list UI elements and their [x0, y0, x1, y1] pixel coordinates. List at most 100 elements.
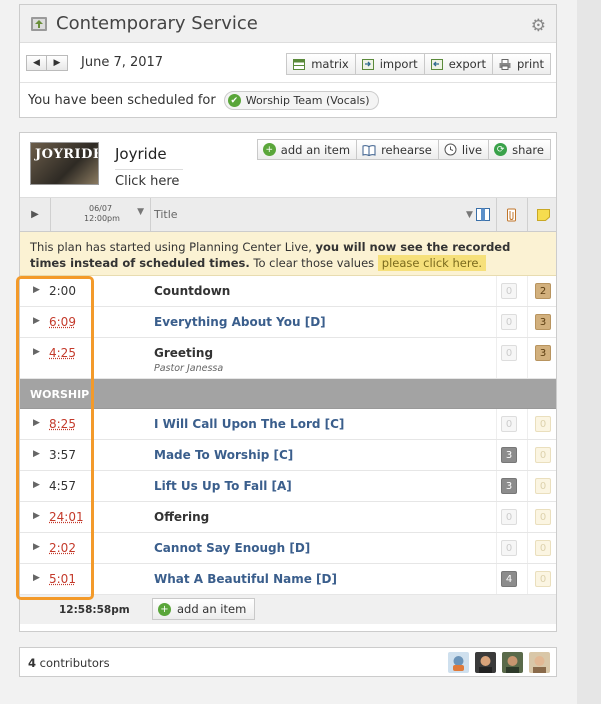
expand-icon[interactable]: ▶: [33, 449, 40, 459]
item-title[interactable]: Made To Worship [C]: [154, 448, 293, 462]
share-icon: ⟳: [494, 143, 508, 156]
column-divider: [527, 533, 528, 563]
item-title[interactable]: Everything About You [D]: [154, 315, 326, 329]
column-divider: [527, 276, 528, 306]
note-count[interactable]: 3: [535, 345, 551, 361]
plan-title-editable[interactable]: Click here: [115, 174, 179, 189]
note-count[interactable]: 0: [535, 447, 551, 463]
attachment-count[interactable]: 0: [501, 283, 517, 299]
note-count[interactable]: 0: [535, 478, 551, 494]
attachments-column-header[interactable]: [496, 198, 527, 231]
attachment-count[interactable]: 3: [501, 478, 517, 494]
next-date-button[interactable]: ▶: [47, 55, 68, 71]
table-row[interactable]: ▶ 24:01 Offering 0 0: [20, 502, 556, 533]
series-title: Joyride: [115, 145, 183, 170]
note-count[interactable]: 0: [535, 416, 551, 432]
series-artwork[interactable]: JOYRIDE: [30, 142, 99, 185]
table-row[interactable]: ▶ 5:01 What A Beautiful Name [D] 4 0: [20, 564, 556, 595]
expand-icon[interactable]: ▶: [33, 480, 40, 490]
table-row[interactable]: ▶ 6:09 Everything About You [D] 0 3: [20, 307, 556, 338]
avatar[interactable]: [502, 652, 523, 673]
check-icon: ✔: [227, 94, 241, 107]
item-length[interactable]: 8:25: [49, 417, 76, 431]
expand-icon[interactable]: ▶: [33, 542, 40, 552]
item-length[interactable]: 2:00: [49, 284, 76, 298]
table-row[interactable]: ▶ 2:00 Countdown 0 2: [20, 276, 556, 307]
team-badge[interactable]: ✔ Worship Team (Vocals): [223, 91, 379, 110]
column-date: 06/07: [89, 204, 113, 213]
time-column-header[interactable]: 06/07 12:00pm ▼: [51, 198, 151, 231]
note-count[interactable]: 0: [535, 571, 551, 587]
column-divider: [527, 409, 528, 439]
item-length[interactable]: 6:09: [49, 315, 76, 329]
column-divider: [496, 338, 497, 378]
table-row[interactable]: ▶ 2:02 Cannot Say Enough [D] 0 0: [20, 533, 556, 564]
note-count[interactable]: 2: [535, 283, 551, 299]
add-item-button[interactable]: + add an item: [256, 139, 358, 160]
expand-icon[interactable]: ▶: [33, 347, 40, 357]
attachment-count[interactable]: 3: [501, 447, 517, 463]
item-length[interactable]: 5:01: [49, 572, 76, 586]
item-title[interactable]: Cannot Say Enough [D]: [154, 541, 310, 555]
item-title[interactable]: I Will Call Upon The Lord [C]: [154, 417, 344, 431]
expand-icon[interactable]: ▶: [33, 316, 40, 326]
item-length[interactable]: 4:57: [49, 479, 76, 493]
matrix-button[interactable]: matrix: [286, 53, 356, 75]
item-title[interactable]: Lift Us Up To Fall [A]: [154, 479, 292, 493]
avatar[interactable]: [448, 652, 469, 673]
play-all-toggle[interactable]: ▶: [20, 198, 51, 231]
notes-column-header[interactable]: [527, 198, 558, 231]
section-header[interactable]: WORSHIP: [20, 379, 556, 409]
expand-icon[interactable]: ▶: [33, 573, 40, 583]
column-divider: [527, 502, 528, 532]
item-length[interactable]: 3:57: [49, 448, 76, 462]
table-row[interactable]: ▶ 8:25 I Will Call Upon The Lord [C] 0 0: [20, 409, 556, 440]
print-label: print: [516, 57, 544, 71]
print-button[interactable]: print: [492, 53, 551, 75]
item-title[interactable]: What A Beautiful Name [D]: [154, 572, 337, 586]
rehearse-button[interactable]: rehearse: [357, 139, 439, 160]
rehearse-label: rehearse: [381, 142, 432, 157]
share-button[interactable]: ⟳ share: [489, 139, 551, 160]
expand-icon[interactable]: ▶: [33, 511, 40, 521]
item-title[interactable]: Offering: [154, 510, 209, 524]
previous-date-button[interactable]: ◀: [26, 55, 47, 71]
column-divider: [496, 276, 497, 306]
attachment-count[interactable]: 4: [501, 571, 517, 587]
expand-icon[interactable]: ▶: [33, 285, 40, 295]
avatar[interactable]: [475, 652, 496, 673]
export-button[interactable]: export: [424, 53, 493, 75]
live-button[interactable]: live: [438, 139, 490, 160]
table-row[interactable]: ▶ 3:57 Made To Worship [C] 3 0: [20, 440, 556, 471]
import-button[interactable]: import: [355, 53, 425, 75]
avatar[interactable]: [529, 652, 550, 673]
attachment-count[interactable]: 0: [501, 540, 517, 556]
attachment-count[interactable]: 0: [501, 345, 517, 361]
attachment-count[interactable]: 0: [501, 314, 517, 330]
table-row[interactable]: ▶ 4:25 Greeting Pastor Janessa 0 3: [20, 338, 556, 379]
note-count[interactable]: 3: [535, 314, 551, 330]
add-item-footer-button[interactable]: + add an item: [152, 598, 256, 620]
item-length[interactable]: 2:02: [49, 541, 76, 555]
attachment-count[interactable]: 0: [501, 509, 517, 525]
title-column-header: Title: [154, 208, 178, 221]
export-label: export: [448, 57, 486, 71]
service-header-panel: Contemporary Service ⚙ ◀ ▶ June 7, 2017 …: [19, 4, 557, 118]
column-divider: [527, 440, 528, 470]
gear-icon[interactable]: ⚙: [531, 16, 546, 36]
column-divider: [496, 440, 497, 470]
item-length[interactable]: 24:01: [49, 510, 84, 524]
note-count[interactable]: 0: [535, 540, 551, 556]
note-count[interactable]: 0: [535, 509, 551, 525]
expand-icon[interactable]: ▶: [33, 418, 40, 428]
item-title[interactable]: Countdown: [154, 284, 230, 298]
clear-times-link[interactable]: please click here.: [377, 255, 487, 271]
column-options[interactable]: ▼: [460, 198, 496, 231]
item-length[interactable]: 4:25: [49, 346, 76, 360]
contributors-count-line: 4 contributors: [28, 656, 110, 670]
table-row[interactable]: ▶ 4:57 Lift Us Up To Fall [A] 3 0: [20, 471, 556, 502]
plus-icon: +: [262, 143, 276, 156]
attachment-count[interactable]: 0: [501, 416, 517, 432]
notice-text-1: This plan has started using Planning Cen…: [30, 240, 316, 254]
item-title[interactable]: Greeting: [154, 346, 213, 360]
